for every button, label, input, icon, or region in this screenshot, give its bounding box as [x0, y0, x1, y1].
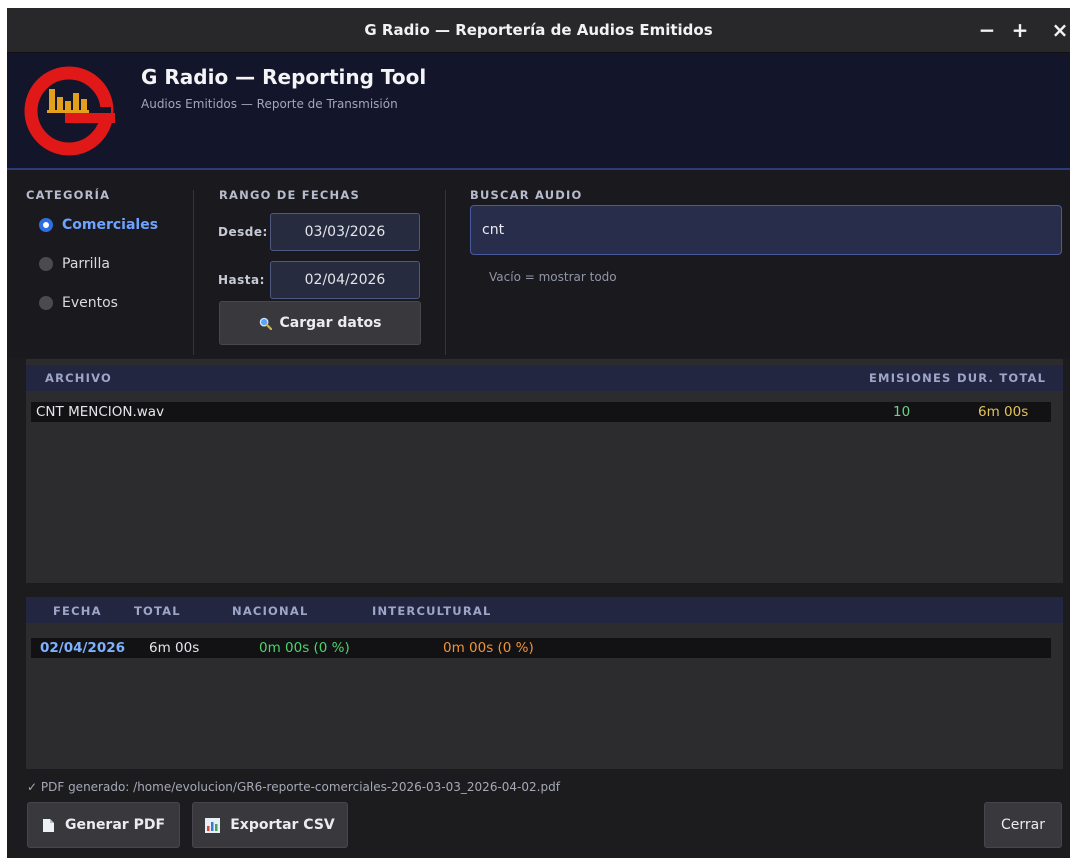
radio-label: Eventos	[62, 295, 118, 311]
generate-pdf-button[interactable]: Generar PDF	[27, 802, 180, 848]
status-message: ✓ PDF generado: /home/evolucion/GR6-repo…	[27, 780, 560, 794]
table-row[interactable]: CNT MENCION.wav 10 6m 00s	[31, 402, 1051, 422]
search-icon	[259, 317, 272, 330]
app-name: G Radio — Reporting Tool	[141, 65, 427, 89]
to-date-input[interactable]: 02/04/2026	[270, 261, 420, 299]
close-button[interactable]: Cerrar	[984, 802, 1062, 848]
row-date: 02/04/2026	[40, 640, 126, 656]
generate-pdf-label: Generar PDF	[64, 817, 166, 833]
load-data-label: Cargar datos	[279, 315, 382, 331]
from-label: Desde:	[218, 225, 268, 239]
radio-comerciales[interactable]: Comerciales	[39, 214, 158, 236]
row-total: 6m 00s	[149, 640, 200, 656]
app-window: G Radio — Reportería de Audios Emitidos …	[7, 8, 1070, 858]
column-intercultural[interactable]: INTERCULTURAL	[372, 604, 492, 618]
files-table: ARCHIVO EMISIONES DUR. TOTAL CNT MENCION…	[26, 359, 1063, 583]
window-title: G Radio — Reportería de Audios Emitidos	[364, 21, 713, 39]
column-archivo[interactable]: ARCHIVO	[45, 371, 112, 385]
radio-parrilla[interactable]: Parrilla	[39, 253, 110, 275]
search-hint: Vacío = mostrar todo	[489, 270, 617, 284]
files-table-header: ARCHIVO EMISIONES DUR. TOTAL	[26, 365, 1063, 391]
category-label: CATEGORÍA	[26, 188, 111, 202]
column-total[interactable]: TOTAL	[134, 604, 181, 618]
emissions-count: 10	[893, 404, 911, 420]
radio-label: Comerciales	[62, 217, 159, 233]
divider	[445, 190, 446, 355]
daily-table-header: FECHA TOTAL NACIONAL INTERCULTURAL	[26, 597, 1063, 623]
radio-eventos[interactable]: Eventos	[39, 292, 118, 314]
close-window-button[interactable]: ×	[1046, 8, 1070, 52]
close-label: Cerrar	[1001, 817, 1045, 833]
search-label: BUSCAR AUDIO	[470, 188, 583, 202]
from-date-input[interactable]: 03/03/2026	[270, 213, 420, 251]
column-fecha[interactable]: FECHA	[53, 604, 102, 618]
search-input[interactable]: cnt	[470, 205, 1062, 255]
radio-unchecked-icon	[39, 296, 53, 310]
document-icon	[42, 818, 54, 832]
app-subtitle: Audios Emitidos — Reporte de Transmisión	[141, 97, 398, 111]
column-emisiones[interactable]: EMISIONES	[869, 371, 951, 385]
g-radio-logo-icon	[24, 66, 115, 156]
row-intercultural: 0m 00s (0 %)	[443, 640, 534, 656]
table-row[interactable]: 02/04/2026 6m 00s 0m 00s (0 %) 0m 00s (0…	[31, 638, 1051, 658]
column-dur-total[interactable]: DUR. TOTAL	[957, 371, 1046, 385]
maximize-button[interactable]: +	[1006, 8, 1034, 52]
bar-chart-icon	[205, 817, 221, 833]
filters-panel: CATEGORÍA Comerciales Parrilla Eventos R…	[7, 170, 1070, 358]
app-header: G Radio — Reporting Tool Audios Emitidos…	[7, 53, 1070, 170]
file-name: CNT MENCION.wav	[36, 404, 165, 420]
radio-unchecked-icon	[39, 257, 53, 271]
total-duration: 6m 00s	[978, 404, 1029, 420]
export-csv-label: Exportar CSV	[230, 817, 335, 833]
title-bar[interactable]: G Radio — Reportería de Audios Emitidos …	[7, 8, 1070, 53]
radio-label: Parrilla	[62, 256, 110, 272]
radio-checked-icon	[39, 218, 53, 232]
divider	[193, 190, 194, 355]
daily-table: FECHA TOTAL NACIONAL INTERCULTURAL 02/04…	[26, 597, 1063, 769]
to-label: Hasta:	[218, 273, 265, 287]
column-nacional[interactable]: NACIONAL	[232, 604, 308, 618]
row-national: 0m 00s (0 %)	[259, 640, 350, 656]
load-data-button[interactable]: Cargar datos	[219, 301, 421, 345]
minimize-button[interactable]: −	[973, 8, 1001, 52]
export-csv-button[interactable]: Exportar CSV	[192, 802, 348, 848]
date-range-label: RANGO DE FECHAS	[219, 188, 360, 202]
